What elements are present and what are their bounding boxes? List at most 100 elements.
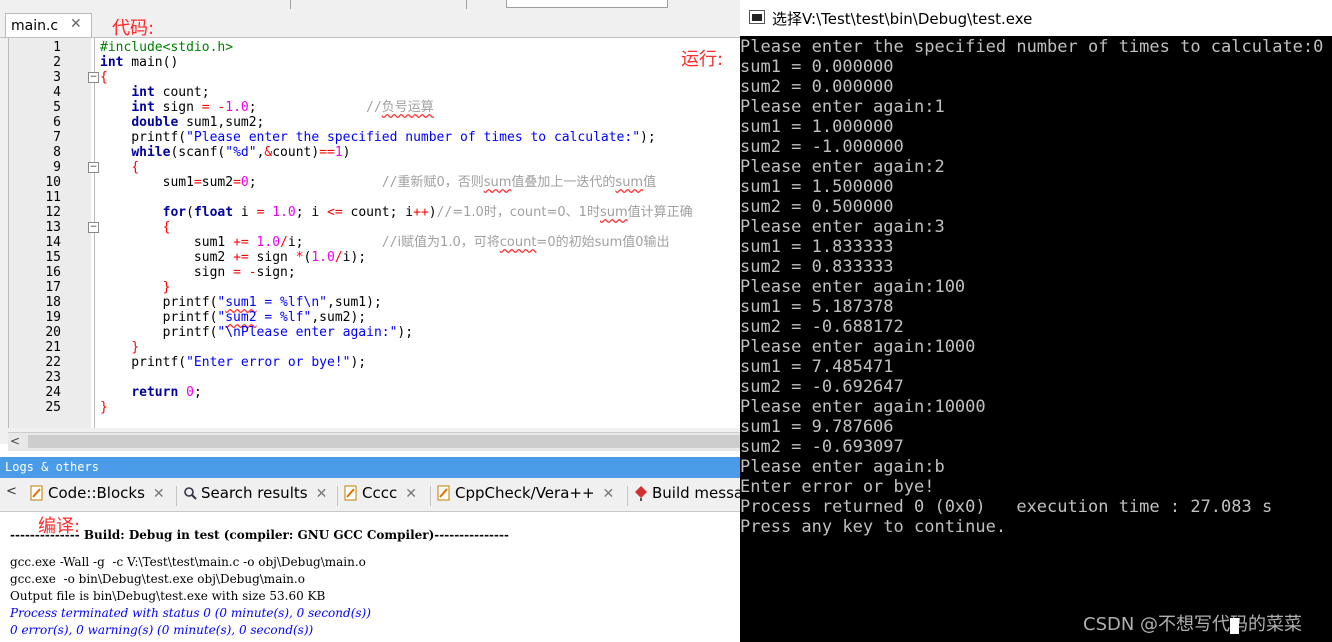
line-number: 15 [45,250,61,265]
text-cursor [1230,618,1239,634]
close-icon[interactable]: ✕ [603,486,615,502]
toolbar-combobox[interactable] [506,0,668,8]
code-line-3: { [100,70,108,85]
console-title: 选择V:\Test\test\bin\Debug\test.exe [772,10,1033,28]
code-editor[interactable]: 1 2 3 4 5 6 7 8 9 10 11 12 13 14 15 16 17 18 19 20 21 22 23 24 2… [8,38,741,428]
console-line: sum2 = 0.500000 [740,197,894,217]
line-number: 22 [45,355,61,370]
line-number: 18 [45,295,61,310]
code-line-8: while(scanf("%d",&count)==1) [131,145,351,160]
fold-toggle-icon[interactable]: − [88,222,99,233]
close-icon[interactable]: ✕ [153,486,165,502]
console-line: sum1 = 1.833333 [740,237,894,257]
tab-main-c[interactable]: main.c ✕ [5,13,92,37]
code-line-14: sum1 += 1.0/i; //i赋值为1.0，可将count=0的初始sum… [100,235,670,250]
console-line: Please enter again:10000 [740,397,986,417]
search-icon [184,487,197,500]
code-token: #include<stdio.h> [100,40,234,55]
code-line-5: int sign = -1.0; //负号运算 [131,100,434,115]
line-number: 21 [45,340,61,355]
console-line: sum1 = 0.000000 [740,57,894,77]
tab-build-messages[interactable]: Build messa [634,484,743,508]
code-line-10: sum1=sum2=0; //重新赋0，否则sum值叠加上一迭代的sum值 [100,175,657,190]
console-line: sum2 = -1.000000 [740,137,904,157]
line-number: 14 [45,235,61,250]
scroll-left-icon[interactable]: < [10,434,20,448]
page-icon [344,485,357,501]
tab-codeblocks[interactable]: Code::Blocks ✕ [30,484,165,508]
code-line-20: printf("\nPlease enter again:"); [100,325,414,340]
editor-tab-bar: main.c ✕ 代码: [0,10,740,39]
code-line-12: for(float i = 1.0; i <= count; i++)//=1.… [162,205,693,220]
console-line: sum1 = 5.187378 [740,297,894,317]
line-number: 6 [53,115,61,130]
console-window[interactable]: 选择V:\Test\test\bin\Debug\test.exe Please… [740,0,1332,642]
console-line: Please enter again:1000 [740,337,976,357]
fold-toggle-icon[interactable]: − [88,72,99,83]
line-number: 10 [45,175,61,190]
logs-tab-bar: < Code::Blocks ✕ Search results ✕ Cccc ✕ Cp… [0,478,743,512]
tab-label: main.c [11,18,59,34]
log-line: gcc.exe -o bin\Debug\test.exe obj\Debug\… [10,572,305,586]
console-line: sum2 = 0.833333 [740,257,894,277]
close-icon[interactable]: ✕ [70,16,82,32]
line-number: 24 [45,385,61,400]
console-title-bar[interactable]: 选择V:\Test\test\bin\Debug\test.exe [740,0,1332,36]
code-line-19: printf("sum2 = %lf",sum2); [100,310,367,325]
tab-label: Build messa [652,484,744,502]
line-number: 1 [53,40,61,55]
code-line-17: } [162,280,171,295]
code-line-24: return 0; [131,385,202,400]
fold-toggle-icon[interactable]: − [88,162,99,173]
close-icon[interactable]: ✕ [405,486,417,502]
page-icon [437,485,450,501]
console-line: Press any key to continue. [740,517,1007,537]
console-line: Please enter the specified number of tim… [740,37,1324,57]
code-line-2: int main() [100,55,179,70]
console-line: sum2 = 0.000000 [740,77,894,97]
watermark: CSDN @不想写代码的菜菜 [1083,614,1303,635]
code-line-13: { [162,220,171,235]
logs-panel: Logs & others < Code::Blocks ✕ Search res… [0,457,743,642]
line-number: 13 [45,220,61,235]
code-line-6: double sum1,sum2; [131,115,265,130]
code-line-21: } [131,340,140,355]
tab-label: Code::Blocks [48,484,145,502]
line-number: 9 [53,160,61,175]
code-line-9: { [131,160,140,175]
tab-label: CppCheck/Vera++ [455,484,595,502]
line-number: 4 [53,85,61,100]
page-icon [30,485,43,501]
editor-area: main.c ✕ 代码: 1 2 3 4 5 6 7 8 9 10 11 12 13 14 15 16 17 18… [0,10,741,451]
console-line: sum2 = -0.688172 [740,317,904,337]
line-number: 12 [45,205,61,220]
horizontal-scrollbar[interactable]: < [8,432,740,451]
line-number: 5 [53,100,61,115]
tab-search-results[interactable]: Search results ✕ [183,484,327,508]
line-number: 25 [45,400,61,415]
console-line: sum2 = -0.692647 [740,377,904,397]
line-number: 3 [53,70,61,85]
scrollbar-thumb[interactable] [28,435,740,448]
toolbar-divider [466,0,467,9]
tab-scroll-left-icon[interactable]: < [6,484,17,499]
build-icon [635,486,647,501]
line-number: 2 [53,55,61,70]
fold-guide-line [94,38,95,428]
code-line-15: sum2 += sign *(1.0/i); [100,250,367,265]
console-output: Please enter the specified number of tim… [740,36,1332,642]
tab-cppcheck-vera[interactable]: CppCheck/Vera++ ✕ [437,484,614,508]
console-line: Please enter again:2 [740,157,945,177]
close-icon[interactable]: ✕ [316,486,328,502]
tab-label: Cccc [362,484,398,502]
console-line: Please enter again:3 [740,217,945,237]
code-line-1: #include<stdio.h> [100,40,233,55]
tab-label: Search results [201,484,308,502]
code-line-18: printf("sum1 = %lf\n",sum1); [100,295,382,310]
console-line: Enter error or bye! [740,477,935,497]
tab-cccc[interactable]: Cccc ✕ [344,484,417,508]
line-number: 7 [53,130,61,145]
console-line: Please enter again:100 [740,277,966,297]
code-line-7: printf("Please enter the specified numbe… [100,130,656,145]
log-line: -------------- Build: Debug in test (com… [10,528,509,542]
